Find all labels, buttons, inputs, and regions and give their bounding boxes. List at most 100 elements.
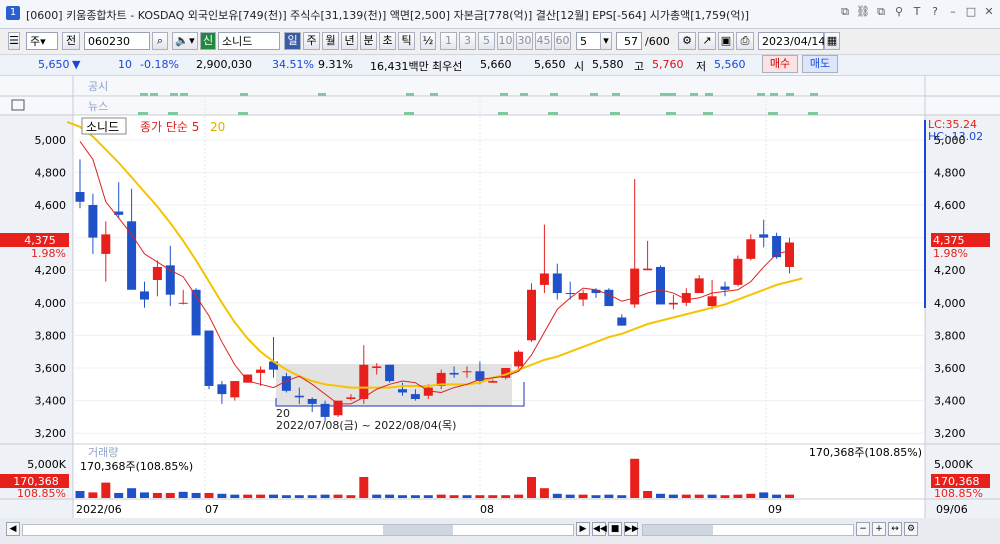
- text-icon[interactable]: T: [910, 5, 924, 19]
- period-button-4[interactable]: 분: [360, 32, 377, 50]
- help-icon[interactable]: ?: [928, 5, 942, 19]
- chart-area[interactable]: 공시 뉴스 20 2022/07/08(금) ~ 2022/08/04(목) 소…: [0, 76, 1000, 518]
- scroll-right-button[interactable]: ▶: [576, 522, 590, 536]
- period-button-6[interactable]: 틱: [398, 32, 415, 50]
- candle-body: [565, 293, 575, 295]
- interval-button-1[interactable]: 1: [440, 32, 457, 50]
- zoom-in-icon[interactable]: +: [872, 522, 886, 536]
- volume-bar: [759, 492, 769, 498]
- volume-ratio: 34.51%: [272, 58, 314, 71]
- sell-button[interactable]: 매도: [802, 55, 838, 73]
- notice-mark: [520, 93, 528, 96]
- volume-pct-right: 108.85%: [934, 487, 983, 500]
- code-input[interactable]: 060230: [84, 32, 150, 50]
- volume-bar: [462, 495, 472, 498]
- scroll-thumb[interactable]: [383, 525, 453, 535]
- print-icon[interactable]: ⎙: [736, 32, 754, 50]
- candle-body: [668, 302, 678, 305]
- tile-icon[interactable]: ⧉: [874, 5, 888, 19]
- settings-icon[interactable]: ⚙: [678, 32, 696, 50]
- price-tick-left: 4,600: [35, 199, 67, 212]
- chevron-down-icon[interactable]: ▾: [600, 32, 612, 50]
- interval-button-3[interactable]: 3: [459, 32, 476, 50]
- minimize-icon[interactable]: –: [946, 5, 960, 19]
- price-tick-right: 4,000: [934, 297, 966, 310]
- current-pct-right: 1.98%: [933, 247, 968, 260]
- stop-button[interactable]: ■: [608, 522, 622, 536]
- candle-body: [372, 366, 382, 369]
- period-select[interactable]: 주▾: [26, 32, 58, 50]
- turnover: 9.31%: [318, 58, 353, 71]
- calendar-icon[interactable]: ▦: [824, 32, 840, 50]
- close-icon[interactable]: ✕: [982, 5, 996, 19]
- period-button-2[interactable]: 월: [322, 32, 339, 50]
- rewind-button[interactable]: ◀◀: [592, 522, 607, 536]
- news-mark: [138, 112, 148, 115]
- forward-button[interactable]: ▶▶: [624, 522, 639, 536]
- interval-button-10[interactable]: 10: [497, 32, 514, 50]
- scroll-track[interactable]: [22, 524, 574, 536]
- candle-body: [733, 258, 743, 285]
- fraction-button[interactable]: ½: [420, 32, 436, 50]
- zoom-out-icon[interactable]: −: [856, 522, 870, 536]
- notice-mark: [660, 93, 668, 96]
- save-icon[interactable]: ▣: [718, 32, 734, 50]
- notice-mark: [430, 93, 438, 96]
- volume-bar: [475, 495, 485, 498]
- quote-bar: 5,650 ▼ 10 -0.18% 2,900,030 34.51% 9.31%…: [0, 54, 1000, 76]
- volume-bar: [527, 477, 536, 498]
- candle-body: [617, 317, 627, 326]
- period-button-1[interactable]: 주: [303, 32, 320, 50]
- interval-button-5[interactable]: 5: [478, 32, 495, 50]
- date-label: 08: [480, 503, 494, 516]
- volume-bar: [140, 492, 149, 498]
- volume-bar: [488, 495, 498, 498]
- menu-icon[interactable]: ☰: [8, 32, 20, 50]
- period-button-5[interactable]: 초: [379, 32, 396, 50]
- volume-bar: [217, 493, 227, 498]
- price-tick-left: 3,600: [35, 362, 67, 375]
- interval-button-60[interactable]: 60: [554, 32, 571, 50]
- draw-icon[interactable]: ↗: [698, 32, 716, 50]
- scroll-left-button[interactable]: ◀: [6, 522, 20, 536]
- settings-small-icon[interactable]: ⚙: [904, 522, 918, 536]
- date-input[interactable]: 2023/04/14: [758, 32, 825, 50]
- volume-bar: [591, 495, 601, 498]
- maximize-icon[interactable]: □: [964, 5, 978, 19]
- volume-bar: [668, 494, 678, 498]
- stock-name-field[interactable]: 소니드: [218, 32, 280, 50]
- volume-bar: [88, 492, 98, 498]
- buy-button[interactable]: 매수: [762, 55, 798, 73]
- interval-button-30[interactable]: 30: [516, 32, 533, 50]
- volume-pct-left: 108.85%: [17, 487, 66, 500]
- legend-name: 소니드: [86, 120, 119, 134]
- volume-bar: [281, 495, 291, 498]
- notice-mark: [705, 93, 713, 96]
- all-button[interactable]: 전: [62, 32, 80, 50]
- zoom-track[interactable]: [642, 524, 854, 536]
- candle-body: [294, 395, 304, 398]
- period-button-0[interactable]: 일: [284, 32, 301, 50]
- volume-bar: [617, 495, 627, 498]
- chart-scrollbar[interactable]: ◀ ▶ ◀◀ ■ ▶▶ − + ↔ ⚙: [0, 518, 1000, 544]
- zoom-reset-icon[interactable]: ↔: [888, 522, 902, 536]
- zoom-thumb[interactable]: [643, 525, 713, 535]
- search-icon[interactable]: ⌕: [152, 32, 168, 50]
- pin-icon[interactable]: ⚲: [892, 5, 906, 19]
- news-mark: [768, 112, 778, 115]
- news-mark: [666, 112, 676, 115]
- link-icon[interactable]: ⛓: [856, 5, 870, 19]
- notice-mark: [180, 93, 188, 96]
- open-label: 시: [574, 60, 585, 73]
- price-chart-svg[interactable]: 공시 뉴스 20 2022/07/08(금) ~ 2022/08/04(목) 소…: [0, 76, 1000, 518]
- interval-button-45[interactable]: 45: [535, 32, 552, 50]
- candle-body: [217, 384, 227, 395]
- volume-bar: [256, 494, 266, 498]
- sound-icon[interactable]: 🔈▾: [172, 32, 198, 50]
- notice-mark: [500, 93, 508, 96]
- news-label: 뉴스: [88, 100, 108, 113]
- restore-icon[interactable]: ⧉: [838, 5, 852, 19]
- count-input[interactable]: 57: [616, 32, 642, 50]
- period-button-3[interactable]: 년: [341, 32, 358, 50]
- news-mark: [703, 112, 713, 115]
